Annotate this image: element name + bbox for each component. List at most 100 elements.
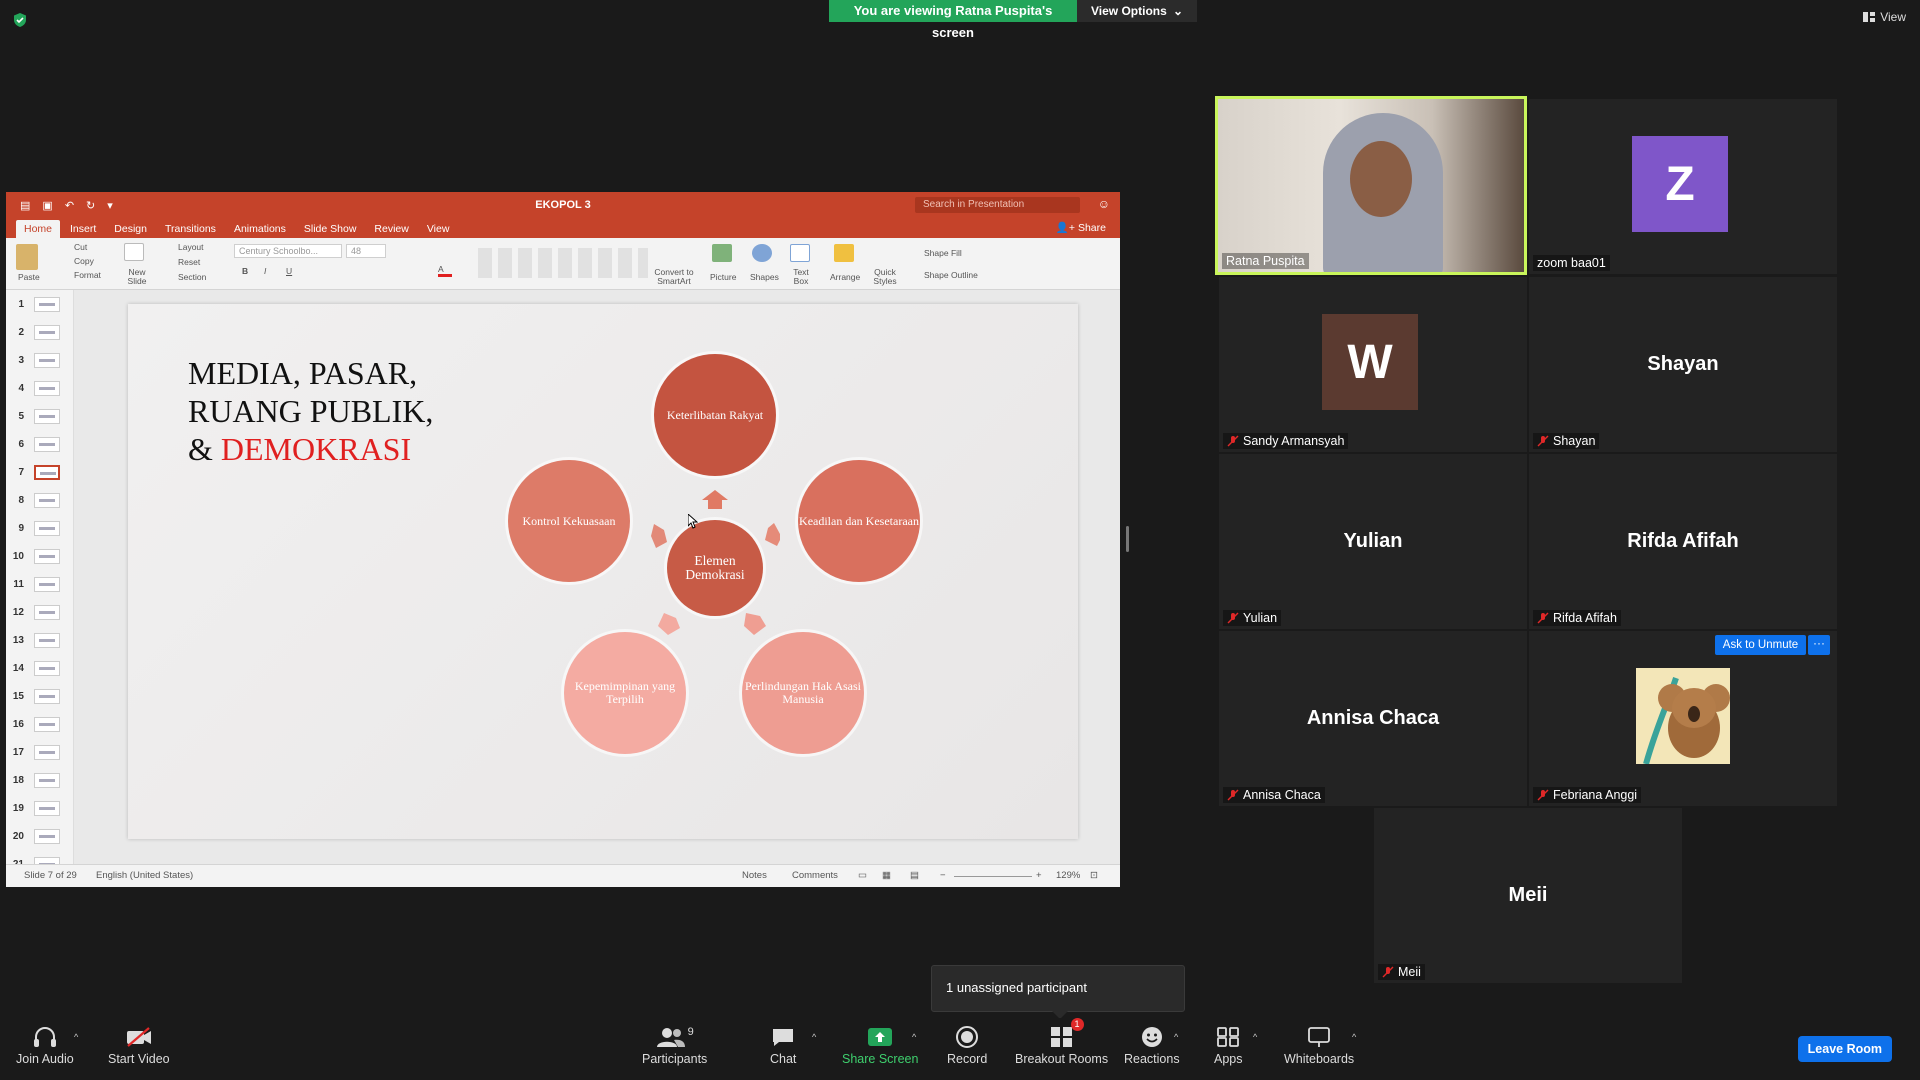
reading-view-icon[interactable]: ▤ [910,870,919,881]
slide-thumbnail-preview[interactable] [34,352,60,368]
tab-slide-show[interactable]: Slide Show [296,220,365,238]
tab-view[interactable]: View [419,220,458,238]
shapes-label[interactable]: Shapes [750,272,779,282]
feedback-smiley-icon[interactable]: ☺ [1098,197,1110,211]
split-resize-handle[interactable] [1126,526,1129,552]
record-button[interactable]: Record [947,1022,987,1066]
paste-label[interactable]: Paste [18,272,40,282]
slide-thumbnail[interactable]: 5 [6,402,73,430]
font-family-select[interactable]: Century Schoolbo... [234,244,342,258]
slide-thumbnail[interactable]: 15 [6,682,73,710]
tab-animations[interactable]: Animations [226,220,294,238]
undo-icon[interactable]: ↶ [65,199,74,212]
whiteboards-options-chevron-icon[interactable]: ^ [1352,1032,1356,1042]
slide-thumbnail-preview[interactable] [34,380,60,396]
underline-button[interactable]: U [286,266,292,276]
slide-thumbnail[interactable]: 20 [6,822,73,850]
slide-thumbnail[interactable]: 16 [6,710,73,738]
slide-thumbnail-preview[interactable] [34,688,60,704]
more-options-button[interactable]: ··· [1808,635,1830,655]
new-slide-label[interactable]: New Slide [124,268,150,286]
shapes-icon[interactable] [752,244,772,262]
start-video-button[interactable]: Start Video [108,1022,170,1066]
slide-thumbnail-preview[interactable] [34,520,60,536]
slide-thumbnail[interactable]: 19 [6,794,73,822]
tab-home[interactable]: Home [16,220,61,238]
zoom-out-icon[interactable]: − [940,870,946,881]
font-size-select[interactable]: 48 [346,244,386,258]
slide-thumbnail-preview[interactable] [34,576,60,592]
unassigned-participant-tooltip[interactable]: 1 unassigned participant [931,965,1185,1019]
slide-thumbnail[interactable]: 9 [6,514,73,542]
font-color-button[interactable]: A [438,264,452,277]
slide-thumbnail-preview[interactable] [34,632,60,648]
comments-button[interactable]: Comments [792,870,838,881]
slide-thumbnail-preview[interactable] [34,604,60,620]
copy-button[interactable]: Copy [74,256,94,266]
slide-thumbnail[interactable]: 13 [6,626,73,654]
participant-tile-rifda-afifah[interactable]: Rifda Afifah Rifda Afifah [1529,454,1837,629]
slide-thumbnail[interactable]: 3 [6,346,73,374]
participant-tile-shayan[interactable]: Shayan Shayan [1529,277,1837,452]
slide-thumbnail[interactable]: 21 [6,850,73,864]
slide-thumbnail-preview[interactable] [34,436,60,452]
apps-button[interactable]: Apps [1214,1022,1243,1066]
sidebar-toggle-icon[interactable]: ▤ [20,199,30,212]
tab-review[interactable]: Review [366,220,416,238]
join-audio-button[interactable]: Join Audio [16,1022,74,1066]
participant-tile-febriana-anggi[interactable]: Febriana Anggi [1529,631,1837,806]
cut-button[interactable]: Cut [74,242,87,252]
sorter-view-icon[interactable]: ▦ [882,870,891,881]
slide-thumbnail-preview[interactable] [34,296,60,312]
redo-icon[interactable]: ↻ [86,199,95,212]
text-box-label[interactable]: Text Box [790,268,812,286]
tab-insert[interactable]: Insert [62,220,104,238]
text-box-icon[interactable] [790,244,810,262]
participant-tile-ratna-puspita[interactable]: Ratna Puspita [1215,96,1527,275]
participant-tile-sandy-armansyah[interactable]: W Sandy Armansyah [1219,277,1527,452]
audio-options-chevron-icon[interactable]: ^ [74,1032,78,1042]
slide-thumbnail-preview[interactable] [34,548,60,564]
slide-thumbnail-preview[interactable] [34,492,60,508]
apps-options-chevron-icon[interactable]: ^ [1253,1032,1257,1042]
slide-7[interactable]: MEDIA, PASAR, RUANG PUBLIK, & DEMOKRASI … [128,304,1078,839]
slide-thumbnail[interactable]: 10 [6,542,73,570]
slide-thumbnail-preview[interactable] [34,800,60,816]
slide-thumbnail-preview[interactable] [34,856,60,864]
arrange-label[interactable]: Arrange [830,272,860,282]
slide-thumbnail[interactable]: 8 [6,486,73,514]
slide-thumbnail[interactable]: 11 [6,570,73,598]
view-options-button[interactable]: View Options ⌄ [1077,0,1197,22]
normal-view-icon[interactable]: ▭ [858,870,867,881]
reactions-button[interactable]: Reactions [1124,1022,1180,1066]
zoom-in-icon[interactable]: + [1036,870,1042,881]
shape-fill-button[interactable]: Shape Fill [924,248,962,258]
slide-thumbnail-preview[interactable] [34,324,60,340]
participant-tile-yulian[interactable]: Yulian Yulian [1219,454,1527,629]
slide-thumbnail[interactable]: 14 [6,654,73,682]
whiteboards-button[interactable]: Whiteboards [1284,1022,1354,1066]
fit-slide-icon[interactable]: ⊡ [1090,870,1098,881]
reactions-options-chevron-icon[interactable]: ^ [1174,1032,1178,1042]
participant-tile-zoom-baa01[interactable]: Z zoom baa01 [1529,99,1837,274]
slide-thumbnail-preview[interactable] [34,772,60,788]
format-button[interactable]: Format [74,270,101,280]
leave-room-button[interactable]: Leave Room [1797,1036,1892,1062]
ask-to-unmute-button[interactable]: Ask to Unmute [1715,635,1806,655]
breakout-rooms-button[interactable]: 1 Breakout Rooms [1015,1018,1108,1066]
save-icon[interactable]: ▣ [42,199,52,212]
participants-button[interactable]: 9 Participants [642,1022,707,1066]
slide-thumbnail[interactable]: 12 [6,598,73,626]
slide-thumbnail-preview[interactable] [34,660,60,676]
security-shield-icon[interactable] [12,12,28,28]
ppt-share-button[interactable]: 👤+ Share [1056,221,1106,234]
quick-styles-label[interactable]: Quick Styles [870,268,900,286]
slide-thumbnail-preview[interactable] [34,408,60,424]
reset-button[interactable]: Reset [178,257,200,267]
participant-tile-meii[interactable]: Meii Meii [1374,808,1682,983]
view-layout-button[interactable]: View [1863,10,1906,24]
slide-thumbnail-preview[interactable] [34,828,60,844]
slide-thumbnail[interactable]: 4 [6,374,73,402]
participant-tile-annisa-chaca[interactable]: Annisa Chaca Annisa Chaca [1219,631,1527,806]
chat-button[interactable]: Chat [770,1022,796,1066]
